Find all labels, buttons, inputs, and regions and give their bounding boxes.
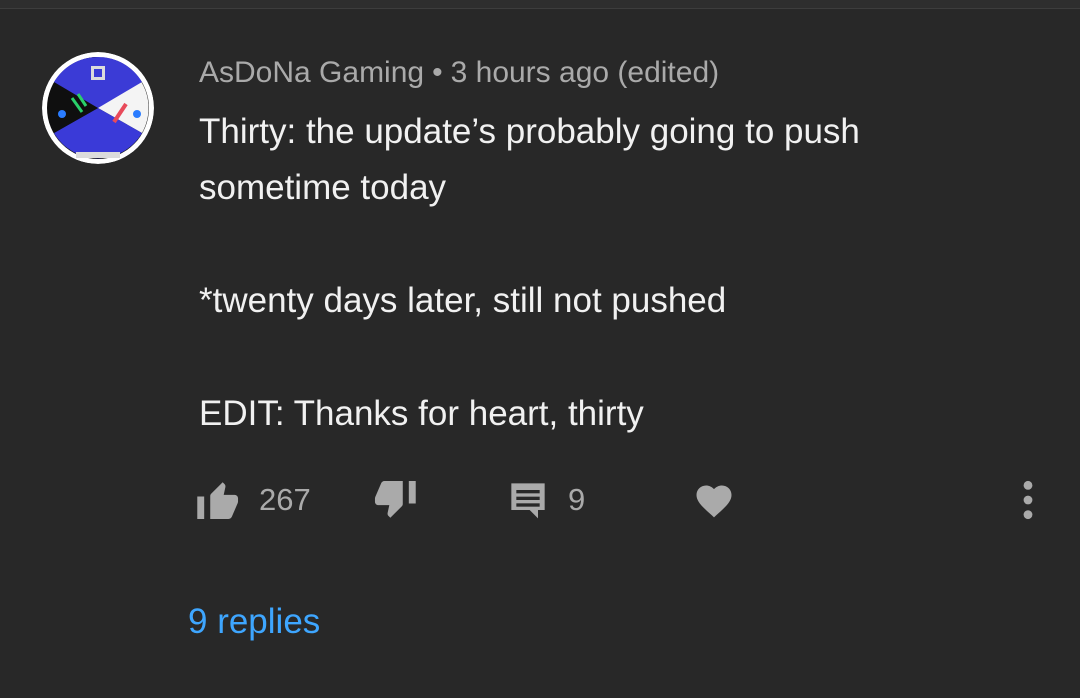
thumbs-down-icon xyxy=(374,481,416,518)
meta-separator: • xyxy=(432,56,443,89)
comment-line-4: EDIT: Thanks for heart, thirty xyxy=(199,394,644,433)
heart-icon xyxy=(696,485,732,518)
avatar-logo-icon xyxy=(42,52,154,164)
heart-button[interactable] xyxy=(694,470,734,530)
thumbs-up-icon xyxy=(197,482,239,519)
author-avatar[interactable] xyxy=(42,52,154,164)
more-options-button[interactable] xyxy=(1014,470,1042,530)
comment-timestamp[interactable]: 3 hours ago (edited) xyxy=(451,56,720,89)
reply-button[interactable]: 9 xyxy=(508,470,585,530)
comment-line-1: Thirty: the update’s probably going to p… xyxy=(199,112,860,151)
view-replies-link[interactable]: 9 replies xyxy=(188,600,320,644)
comment-body: Thirty: the update’s probably going to p… xyxy=(199,104,1019,442)
reply-count: 9 xyxy=(568,482,586,517)
comment-header: AsDoNa Gaming • 3 hours ago (edited) xyxy=(199,56,719,90)
like-button[interactable]: 267 xyxy=(197,470,311,530)
comment-line-3: *twenty days later, still not pushed xyxy=(199,281,727,320)
more-vertical-icon xyxy=(1023,480,1033,520)
comment-icon xyxy=(511,483,545,519)
comment-thread: AsDoNa Gaming • 3 hours ago (edited) Thirt… xyxy=(0,0,1080,698)
dislike-button[interactable] xyxy=(374,470,416,530)
comment-action-bar: 267 9 xyxy=(0,470,1080,530)
author-name[interactable]: AsDoNa Gaming xyxy=(199,56,424,89)
like-count: 267 xyxy=(259,482,311,517)
comment-line-2: sometime today xyxy=(199,168,447,207)
